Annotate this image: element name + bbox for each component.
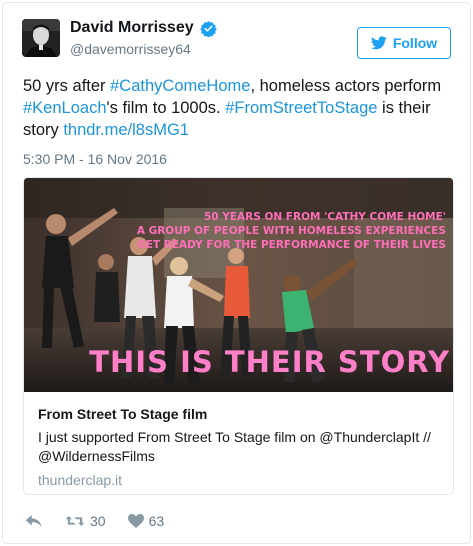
like-button[interactable]: 63 (127, 513, 165, 529)
follow-label: Follow (392, 35, 438, 51)
overlay-line-1: 50 YEARS ON FROM 'CATHY COME HOME' (204, 211, 446, 223)
card-description: I just supported From Street To Stage fi… (38, 429, 431, 464)
card-title[interactable]: From Street To Stage film (38, 406, 441, 422)
link-card[interactable]: 50 YEARS ON FROM 'CATHY COME HOME' A GRO… (23, 177, 454, 495)
verified-badge-icon (199, 20, 217, 37)
tweet-text-segment: 50 yrs after (23, 77, 111, 95)
card-domain[interactable]: thunderclap.it (38, 472, 441, 488)
retweet-icon (65, 516, 85, 526)
card-headline: THIS IS THEIR STORY (89, 345, 450, 379)
tweet-actions: 30 63 (25, 513, 186, 529)
tweet-link[interactable]: #FromStreetToStage (225, 99, 377, 117)
follow-button[interactable]: Follow (357, 27, 451, 59)
card-image[interactable]: 50 YEARS ON FROM 'CATHY COME HOME' A GRO… (24, 178, 453, 392)
tweet-timestamp[interactable]: 5:30 PM - 16 Nov 2016 (23, 151, 167, 167)
tweet-link[interactable]: #KenLoach (23, 99, 107, 117)
heart-icon (127, 514, 144, 528)
avatar[interactable] (22, 19, 60, 57)
reply-icon (25, 515, 42, 527)
like-count: 63 (148, 513, 165, 529)
retweet-button[interactable]: 30 (65, 513, 106, 529)
overlay-line-2: A GROUP OF PEOPLE WITH HOMELESS EXPERIEN… (137, 225, 446, 237)
overlay-line-3: GET READY FOR THE PERFORMANCE OF THEIR L… (137, 239, 446, 251)
tweet-text-segment: 's film to 1000s. (106, 99, 226, 117)
tweet-link[interactable]: thndr.me/l8sMG1 (63, 121, 189, 139)
reply-button[interactable] (25, 514, 43, 528)
twitter-bird-icon (370, 36, 387, 50)
tweet-text-segment: , homeless actors perform (250, 77, 442, 95)
card-info[interactable]: From Street To Stage film I just support… (24, 392, 453, 494)
author-name-row[interactable]: David Morrissey (70, 19, 217, 37)
tweet-link[interactable]: #CathyComeHome (110, 77, 250, 95)
tweet-text: 50 yrs after #CathyComeHome, homeless ac… (23, 75, 453, 141)
tweet-card: David Morrissey @davemorrissey64 Follow … (2, 2, 471, 544)
retweet-count: 30 (90, 513, 106, 529)
author-name[interactable]: David Morrissey (70, 19, 194, 37)
author-handle[interactable]: @davemorrissey64 (70, 41, 191, 57)
